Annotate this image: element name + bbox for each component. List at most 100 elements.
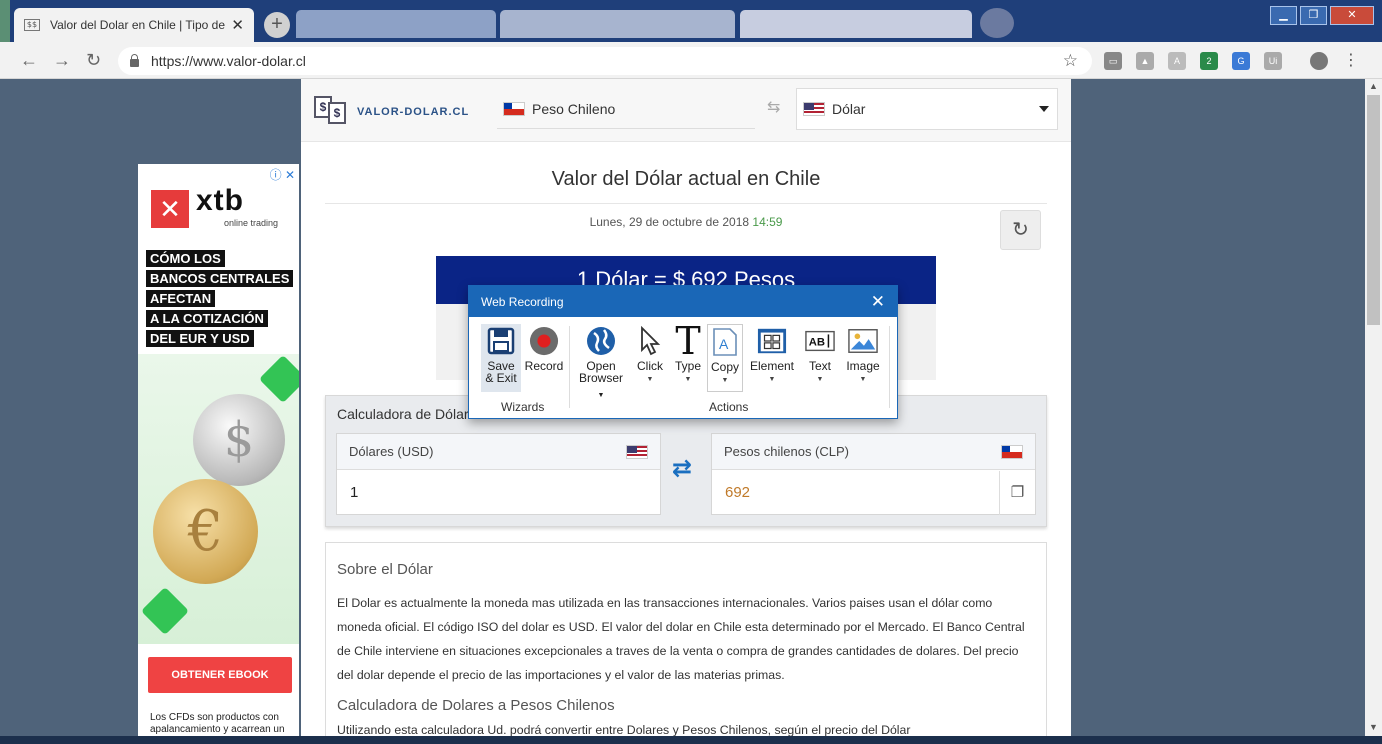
svg-text:A: A <box>719 336 729 352</box>
xtb-logo-icon: ✕ <box>151 190 189 228</box>
ad-headline-2: BANCOS CENTRALES <box>146 270 294 287</box>
usa-flag-icon <box>803 102 825 116</box>
tab-blurred-3[interactable] <box>740 10 972 38</box>
refresh-button[interactable]: ↻ <box>1000 210 1041 250</box>
text-button[interactable]: AB Text ▼ <box>799 326 841 386</box>
window-edge <box>0 0 10 42</box>
image-button[interactable]: Image ▼ <box>843 326 883 386</box>
dollar-coin-icon: $ <box>193 394 285 486</box>
title-divider <box>325 203 1047 204</box>
dialog-close-icon[interactable]: ✕ <box>871 292 885 312</box>
usd-amount-input[interactable]: 1 <box>337 470 660 514</box>
ad-brand-sub: online trading <box>224 218 279 228</box>
euro-coin-icon: € <box>153 479 258 584</box>
click-button[interactable]: Click ▼ <box>631 326 669 386</box>
type-label: Type <box>674 359 701 373</box>
scroll-thumb[interactable] <box>1367 95 1380 325</box>
text-selection-icon: AB <box>805 326 835 356</box>
currency-from-select[interactable]: Peso Chileno <box>497 89 755 129</box>
back-icon[interactable]: ← <box>20 50 38 71</box>
usa-flag-icon <box>626 444 648 459</box>
tab-valor-dolar[interactable]: $$ Valor del Dolar en Chile | Tipo de ✕ <box>14 8 254 42</box>
scroll-down-icon[interactable]: ▼ <box>1369 722 1378 732</box>
rate-date: Lunes, 29 de octubre de 2018 <box>589 215 750 229</box>
site-logo-icon[interactable]: $ $ <box>314 96 352 126</box>
vertical-scrollbar[interactable]: ▲ ▼ <box>1365 79 1382 744</box>
drive-icon[interactable]: ▲ <box>1136 52 1154 70</box>
ad-headline-4: A LA COTIZACIÓN <box>146 310 268 327</box>
svg-text:AB: AB <box>809 337 825 349</box>
tab-blurred-1[interactable] <box>296 10 496 38</box>
record-label: Record <box>524 359 564 373</box>
tab-close-icon[interactable]: ✕ <box>231 16 244 34</box>
globe-icon <box>586 326 616 356</box>
xtb-ad[interactable]: ⓘ ✕ ✕ xtb online trading CÓMO LOS BANCOS… <box>138 164 299 744</box>
url-text: https://www.valor-dolar.cl <box>151 53 306 69</box>
rate-time: 14:59 <box>752 215 783 229</box>
ad-disclaimer: Los CFDs son productos con apalancamient… <box>150 712 285 735</box>
tab-title: Valor del Dolar en Chile | Tipo de <box>50 18 225 32</box>
site-logo-text[interactable]: VALOR-DOLAR.CL <box>357 106 469 118</box>
clp-field-header: Pesos chilenos (CLP) <box>712 434 1035 470</box>
text-label: Text <box>808 359 831 373</box>
wizards-group-label: Wizards <box>501 400 545 414</box>
chevron-down-icon <box>1039 106 1049 112</box>
forward-icon[interactable]: → <box>53 50 71 71</box>
dropdown-arrow-icon: ▼ <box>721 377 729 384</box>
restore-icon[interactable]: ❐ <box>1300 6 1327 25</box>
green-gem-icon <box>258 354 299 404</box>
copy-icon[interactable]: ❐ <box>999 471 1035 515</box>
cast-icon[interactable]: ▭ <box>1104 52 1122 70</box>
save-exit-button[interactable]: Save & Exit <box>481 324 521 392</box>
record-button[interactable]: Record <box>523 326 565 372</box>
type-t-icon: T <box>675 319 701 363</box>
new-tab-button[interactable]: + <box>264 12 290 38</box>
scroll-up-icon[interactable]: ▲ <box>1369 81 1378 91</box>
site-header: $ $ VALOR-DOLAR.CL Peso Chileno ⇆ Dólar <box>301 79 1071 142</box>
extension-shield-icon[interactable]: 2 <box>1200 52 1218 70</box>
calculator-description: Utilizando esta calculadora Ud. podrá co… <box>337 723 911 737</box>
element-label: Element <box>749 359 795 373</box>
dropdown-arrow-icon: ▼ <box>768 376 776 383</box>
copy-button[interactable]: A Copy ▼ <box>707 324 743 392</box>
calculator-heading: Calculadora de Dolares a Pesos Chilenos <box>337 697 615 714</box>
about-dollar-section: Sobre el Dólar El Dolar es actualmente l… <box>325 542 1047 744</box>
profile-avatar[interactable] <box>1310 52 1328 70</box>
copy-label: Copy <box>710 360 739 374</box>
type-button[interactable]: T Type ▼ <box>671 319 705 386</box>
currency-to-select[interactable]: Dólar <box>796 88 1058 130</box>
ad-headline-1: CÓMO LOS <box>146 250 225 267</box>
swap-arrows-icon[interactable]: ⇄ <box>672 454 692 483</box>
lock-icon <box>130 54 139 67</box>
dialog-titlebar[interactable]: Web Recording ✕ <box>469 286 897 317</box>
chile-flag-icon <box>1001 444 1023 459</box>
translate-icon[interactable]: G <box>1232 52 1250 70</box>
usd-label: Dólares (USD) <box>349 444 434 459</box>
url-bar[interactable]: https://www.valor-dolar.cl ☆ <box>118 47 1092 75</box>
menu-kebab-icon[interactable]: ⋮ <box>1342 52 1360 70</box>
reload-icon[interactable]: ↻ <box>86 50 101 71</box>
element-button[interactable]: Element ▼ <box>747 326 797 386</box>
web-recording-dialog: Web Recording ✕ Save & Exit Record Open … <box>468 285 898 419</box>
rate-datetime: Lunes, 29 de octubre de 2018 14:59 <box>301 215 1071 229</box>
uipath-extension-icon[interactable]: Ui <box>1264 52 1282 70</box>
bookmark-star-icon[interactable]: ☆ <box>1063 51 1078 71</box>
usd-field: Dólares (USD) 1 <box>336 433 661 515</box>
profile-tab-icon[interactable] <box>980 8 1014 38</box>
clp-field: Pesos chilenos (CLP) 692 ❐ <box>711 433 1036 515</box>
about-paragraph: El Dolar es actualmente la moneda mas ut… <box>337 596 1025 682</box>
window-close-icon[interactable]: ✕ <box>1330 6 1374 25</box>
copy-document-icon: A <box>710 327 740 357</box>
clp-amount-input[interactable]: 692 <box>712 470 1035 514</box>
browser-label: Browser <box>578 371 623 385</box>
swap-currencies-icon[interactable]: ⇆ <box>767 97 780 117</box>
tab-blurred-2[interactable] <box>500 10 735 38</box>
exit-label: & Exit <box>485 371 517 385</box>
open-browser-button[interactable]: Open Browser ▼ <box>575 326 627 402</box>
refresh-icon: ↻ <box>1012 219 1029 241</box>
ad-choices-icon[interactable]: ⓘ ✕ <box>270 166 295 183</box>
minimize-icon[interactable]: ▁ <box>1270 6 1297 25</box>
ad-ebook-button[interactable]: OBTENER EBOOK <box>148 657 292 693</box>
pdf-icon[interactable]: A <box>1168 52 1186 70</box>
element-grid-icon <box>757 326 787 356</box>
